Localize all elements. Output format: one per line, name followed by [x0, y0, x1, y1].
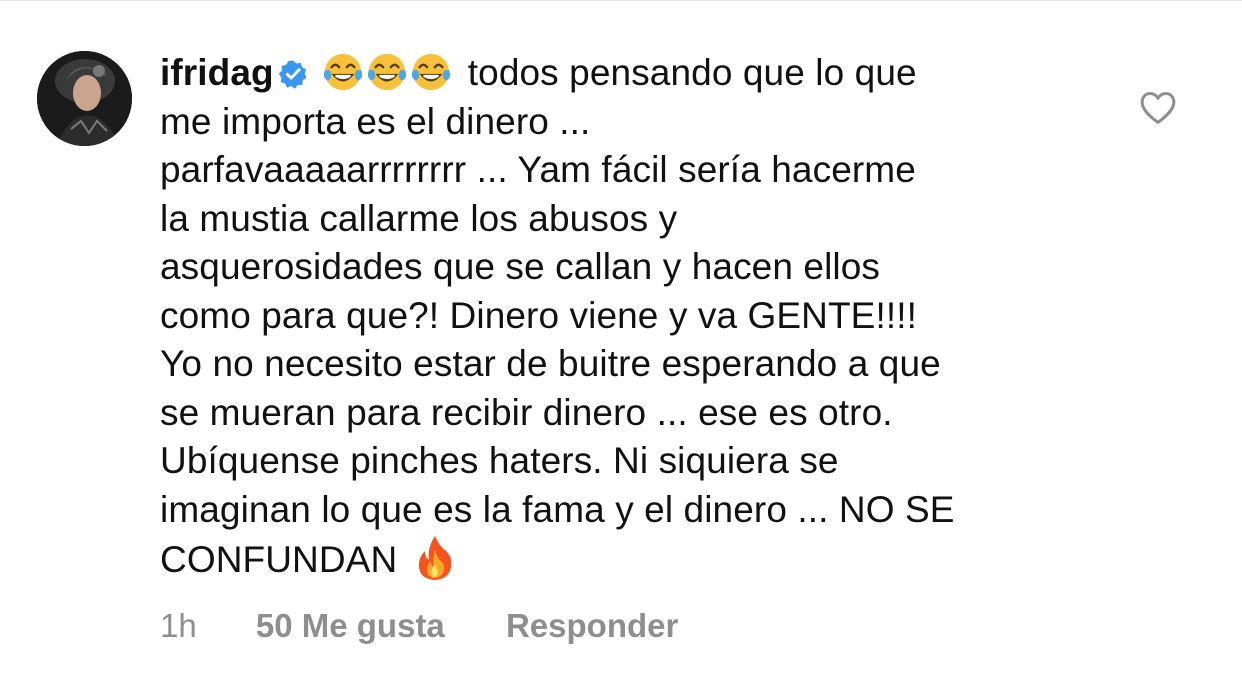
fire-emoji-icon [419, 536, 452, 580]
tears-of-joy-emoji-icon [367, 53, 406, 91]
comment-text-line: como para que?! Dinero viene y va GENTE!… [160, 294, 917, 336]
laughing-emojis [322, 52, 454, 93]
likes-count-link[interactable]: 50 Me gusta [256, 607, 445, 644]
comment-text-line: se mueran para recibir dinero ... ese es… [160, 391, 893, 433]
comment-text-line: Yo no necesito estar de buitre esperando… [160, 343, 941, 384]
heart-outline-icon[interactable] [1139, 90, 1177, 126]
comment-text-line: la mustia callarme los abusos y [160, 197, 678, 239]
tears-of-joy-emoji-icon [323, 53, 362, 91]
comment-text-line: imaginan lo que es la fama y el dinero .… [160, 488, 955, 530]
comment-text-line: CONFUNDAN [160, 539, 398, 580]
comment-timestamp: 1h [160, 607, 197, 644]
avatar-image [37, 51, 132, 146]
comment-footer: 1h 50 Me gusta Responder [160, 606, 678, 646]
comment-text-line: parfavaaaaarrrrrrrr ... Yam fácil sería … [160, 149, 916, 190]
tears-of-joy-emoji-icon [411, 53, 450, 91]
verified-badge-icon [278, 60, 307, 89]
comment-text-line: asquerosidades que se callan y hacen ell… [160, 246, 881, 287]
top-divider [0, 0, 1242, 1]
username[interactable]: ifridag [160, 52, 274, 93]
comment-first-line: ifridag todos pensando que lo que [160, 49, 1120, 98]
avatar[interactable] [37, 51, 132, 146]
reply-button[interactable]: Responder [506, 607, 678, 644]
comment-text-line: todos pensando que lo que [467, 52, 917, 93]
comment-last-line: CONFUNDAN [160, 534, 1120, 585]
comment-text-line: me importa es el dinero ... [160, 100, 591, 142]
comment-body: ifridag todos pensando que lo que me imp… [160, 49, 1120, 585]
comment-text-line: Ubíquense pinches haters. Ni siquiera se [160, 440, 839, 481]
